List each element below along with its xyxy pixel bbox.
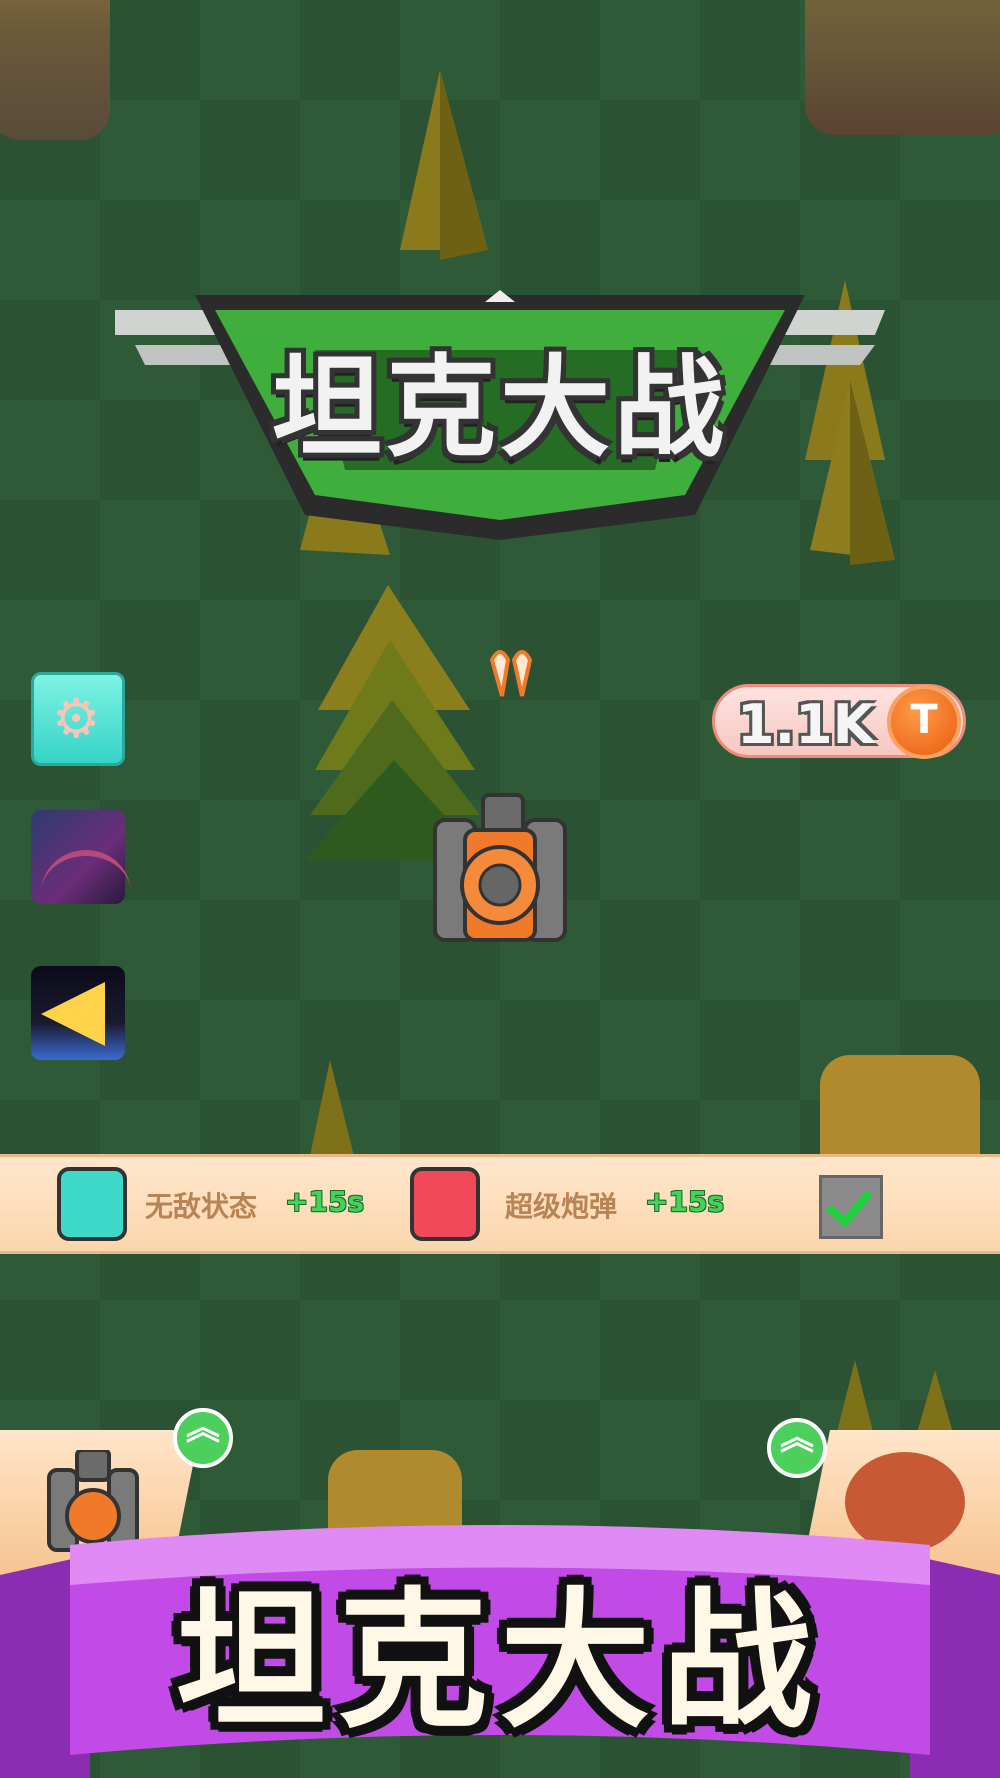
space-game-icon — [41, 850, 131, 936]
player-tank[interactable] — [425, 790, 575, 960]
buff-bonus-invincible: +15s — [285, 1185, 365, 1218]
cone-tree — [915, 1370, 955, 1440]
double-chevron-up-icon: ︽ — [780, 1418, 814, 1458]
coin-amount: 1.1K — [737, 693, 875, 756]
coin-symbol: T — [910, 697, 938, 743]
bullet-pair — [489, 650, 533, 697]
triangle-game-icon — [41, 982, 105, 1046]
promo-game-2[interactable] — [31, 966, 125, 1060]
coin-icon: T — [887, 685, 961, 759]
check-icon — [825, 1178, 873, 1228]
confirm-checkbox[interactable] — [819, 1175, 883, 1239]
cone-tree — [835, 1360, 875, 1440]
cone-tree — [440, 70, 488, 260]
coin-counter: 1.1K T — [712, 684, 966, 759]
double-chevron-up-icon: ︽ — [186, 1408, 220, 1448]
settings-button[interactable]: ⚙ — [31, 672, 125, 766]
buff-label-invincible: 无敌状态 — [145, 1190, 258, 1223]
gear-icon: ⚙ — [52, 687, 101, 750]
shield-buff-icon[interactable] — [57, 1167, 127, 1241]
buff-bonus-super-ammo: +15s — [645, 1185, 725, 1218]
weapon-upgrade-arrow[interactable]: ︽ — [767, 1418, 827, 1478]
buff-bar: 无敌状态 +15s 超级炮弹 +15s — [0, 1154, 1000, 1254]
tank-upgrade-arrow[interactable]: ︽ — [173, 1408, 233, 1468]
buff-label-super-ammo: 超级炮弹 — [505, 1190, 618, 1223]
promo-game-1[interactable] — [31, 810, 131, 904]
ammo-buff-icon[interactable] — [410, 1167, 480, 1241]
banner-title: 坦克大战 — [175, 1575, 824, 1749]
logo-title: 坦克大战 — [272, 344, 728, 472]
